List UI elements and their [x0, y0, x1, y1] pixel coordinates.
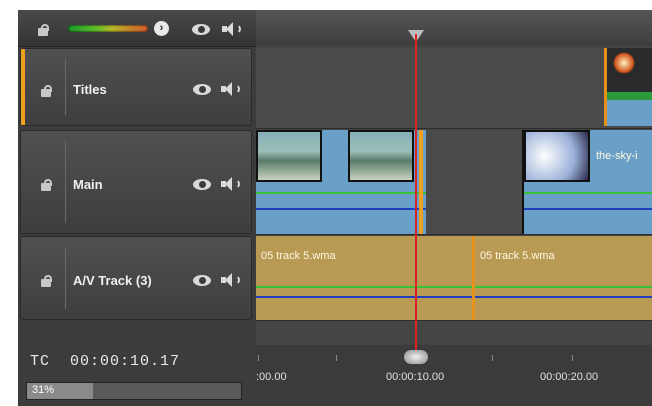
- clip-label: 05 track 5.wma: [480, 250, 555, 262]
- lock-open-icon[interactable]: [41, 85, 55, 97]
- speaker-icon[interactable]: [221, 82, 241, 96]
- timeline-header: [256, 10, 652, 46]
- track-accent: [21, 49, 25, 125]
- ruler-tick: [258, 355, 259, 361]
- lock-open-icon[interactable]: [41, 179, 55, 191]
- lane-main[interactable]: the-sky-i: [256, 130, 652, 235]
- render-progress-bar: 31%: [26, 382, 242, 400]
- speaker-icon[interactable]: [221, 273, 241, 287]
- audio-clip[interactable]: 05 track 5.wma: [256, 236, 472, 320]
- ruler-tick: [336, 355, 337, 361]
- eye-icon[interactable]: [193, 84, 211, 95]
- track-name: A/V Track (3): [73, 273, 152, 288]
- progress-percent: 31%: [32, 384, 55, 396]
- video-thumbnail: [256, 130, 322, 182]
- lane-titles[interactable]: [256, 48, 652, 129]
- volume-line: [524, 192, 652, 194]
- track-name: Titles: [73, 82, 107, 97]
- lock-open-icon[interactable]: [38, 24, 52, 36]
- clip-edge: [419, 130, 423, 234]
- master-header: ›: [18, 10, 256, 47]
- chevron-right-icon[interactable]: ›: [154, 21, 169, 36]
- volume-line: [256, 192, 426, 194]
- divider: [65, 247, 66, 309]
- track-header-main[interactable]: Main: [20, 130, 252, 234]
- speaker-icon[interactable]: [221, 177, 241, 191]
- audio-clip[interactable]: 05 track 5.wma: [472, 236, 652, 320]
- title-clip[interactable]: [604, 48, 652, 126]
- timecode-label: TC: [30, 353, 51, 370]
- divider: [65, 141, 66, 223]
- track-header-column: › Titles Main A/V Track (3) TC 00:00:10.…: [18, 10, 256, 406]
- timeline-area[interactable]: the-sky-i 05 track 5.wma 05 track 5.wma: [256, 10, 652, 406]
- time-ruler[interactable]: :00.00 00:00:10.00 00:00:20.00: [256, 345, 652, 406]
- timeline-panel: › Titles Main A/V Track (3) TC 00:00:10.…: [18, 10, 652, 406]
- timecode-display: TC 00:00:10.17: [30, 353, 180, 370]
- ruler-label: 00:00:10.00: [386, 371, 445, 383]
- lock-open-icon[interactable]: [41, 275, 55, 287]
- video-clip[interactable]: [256, 130, 426, 234]
- audio-level-meter: [68, 25, 148, 32]
- video-thumbnail: [348, 130, 414, 182]
- pan-line: [524, 208, 652, 210]
- title-thumbnail: [613, 52, 635, 74]
- lane-av[interactable]: 05 track 5.wma 05 track 5.wma: [256, 236, 652, 321]
- video-clip[interactable]: the-sky-i: [522, 130, 652, 234]
- eye-icon[interactable]: [193, 179, 211, 190]
- clip-body: [607, 100, 652, 126]
- clip-label: the-sky-i: [596, 150, 638, 162]
- speaker-icon[interactable]: [222, 22, 242, 36]
- volume-line: [475, 286, 652, 288]
- clip-stripe: [607, 92, 652, 100]
- video-thumbnail: [524, 130, 590, 182]
- track-header-titles[interactable]: Titles: [20, 48, 252, 126]
- ruler-tick: [572, 355, 573, 361]
- scrubber-knob[interactable]: [404, 350, 428, 364]
- ruler-label: 00:00:20.00: [540, 371, 599, 383]
- pan-line: [475, 296, 652, 298]
- ruler-label: :00.00: [256, 371, 287, 383]
- ruler-tick: [492, 355, 493, 361]
- divider: [65, 59, 66, 115]
- eye-icon[interactable]: [193, 275, 211, 286]
- clip-label: 05 track 5.wma: [261, 250, 336, 262]
- volume-line: [256, 286, 472, 288]
- pan-line: [256, 296, 472, 298]
- eye-icon[interactable]: [192, 24, 210, 35]
- pan-line: [256, 208, 426, 210]
- track-header-av[interactable]: A/V Track (3): [20, 236, 252, 320]
- track-name: Main: [73, 177, 103, 192]
- playhead-line[interactable]: [415, 34, 417, 364]
- timecode-value: 00:00:10.17: [70, 353, 181, 370]
